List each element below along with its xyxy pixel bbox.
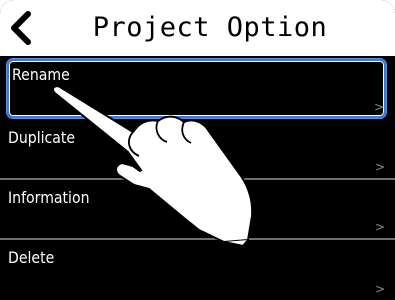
page-title: Project Option [92, 12, 328, 43]
pointing-hand-icon [52, 85, 254, 247]
chevron-left-icon [11, 11, 31, 45]
chevron-right-icon: > [374, 220, 385, 234]
header-bar: Project Option [0, 0, 395, 56]
back-button[interactable] [6, 8, 46, 48]
chevron-right-icon: > [374, 160, 385, 174]
chevron-right-icon: > [374, 282, 385, 296]
chevron-right-icon: > [373, 100, 384, 114]
device-screen: Project Option Rename > Duplicate > Info… [0, 0, 395, 300]
